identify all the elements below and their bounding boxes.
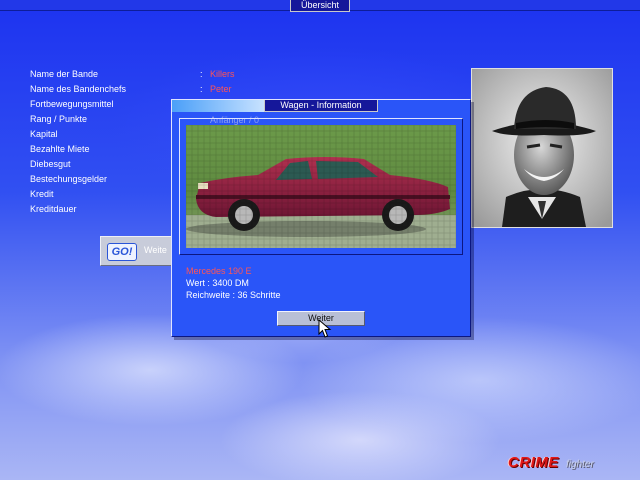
car-name: Mercedes 190 E: [186, 266, 252, 276]
car-value: Wert : 3400 DM: [186, 278, 249, 288]
label-bezahlte-miete: Bezahlte Miete: [30, 144, 90, 154]
label-bandenname: Name der Bande: [30, 69, 99, 79]
label-bandenchef: Name des Bandenchefs: [30, 84, 127, 94]
label-fortbewegungsmittel: Fortbewegungsmittel: [30, 99, 114, 109]
wagen-information-dialog: Wagen - Information Anfänger / 0 Mercede…: [171, 99, 471, 337]
go-weiter-button[interactable]: GO! Weite: [100, 236, 176, 266]
colon: :: [200, 69, 203, 79]
car-image: [186, 125, 456, 248]
logo-sub-text: fighter: [566, 459, 594, 470]
value-bandenname: Killers: [210, 69, 235, 79]
car-range: Reichweite : 36 Schritte: [186, 290, 281, 300]
label-bestechungsgelder: Bestechungsgelder: [30, 174, 108, 184]
label-kapital: Kapital: [30, 129, 58, 139]
go-button-label: Weite: [144, 245, 167, 255]
label-rang-punkte: Rang / Punkte: [30, 114, 88, 124]
value-bandenchef: Peter: [210, 84, 232, 94]
car-image-frame: [179, 118, 463, 255]
go-logo-icon: GO!: [107, 243, 137, 261]
logo-main-text: CRIME: [508, 454, 559, 471]
dialog-title: Wagen - Information: [264, 100, 378, 112]
crime-fighter-logo: CRIME fighter: [500, 452, 634, 476]
boss-portrait: [471, 68, 613, 228]
label-kreditdauer: Kreditdauer: [30, 204, 77, 214]
mouse-cursor-icon: [318, 319, 332, 338]
label-kredit: Kredit: [30, 189, 54, 199]
tab-uebersicht[interactable]: Übersicht: [290, 0, 350, 12]
colon: :: [200, 84, 203, 94]
boss-portrait-image: [472, 69, 612, 227]
label-diebesgut: Diebesgut: [30, 159, 71, 169]
dialog-titlebar-strip: [172, 100, 264, 112]
